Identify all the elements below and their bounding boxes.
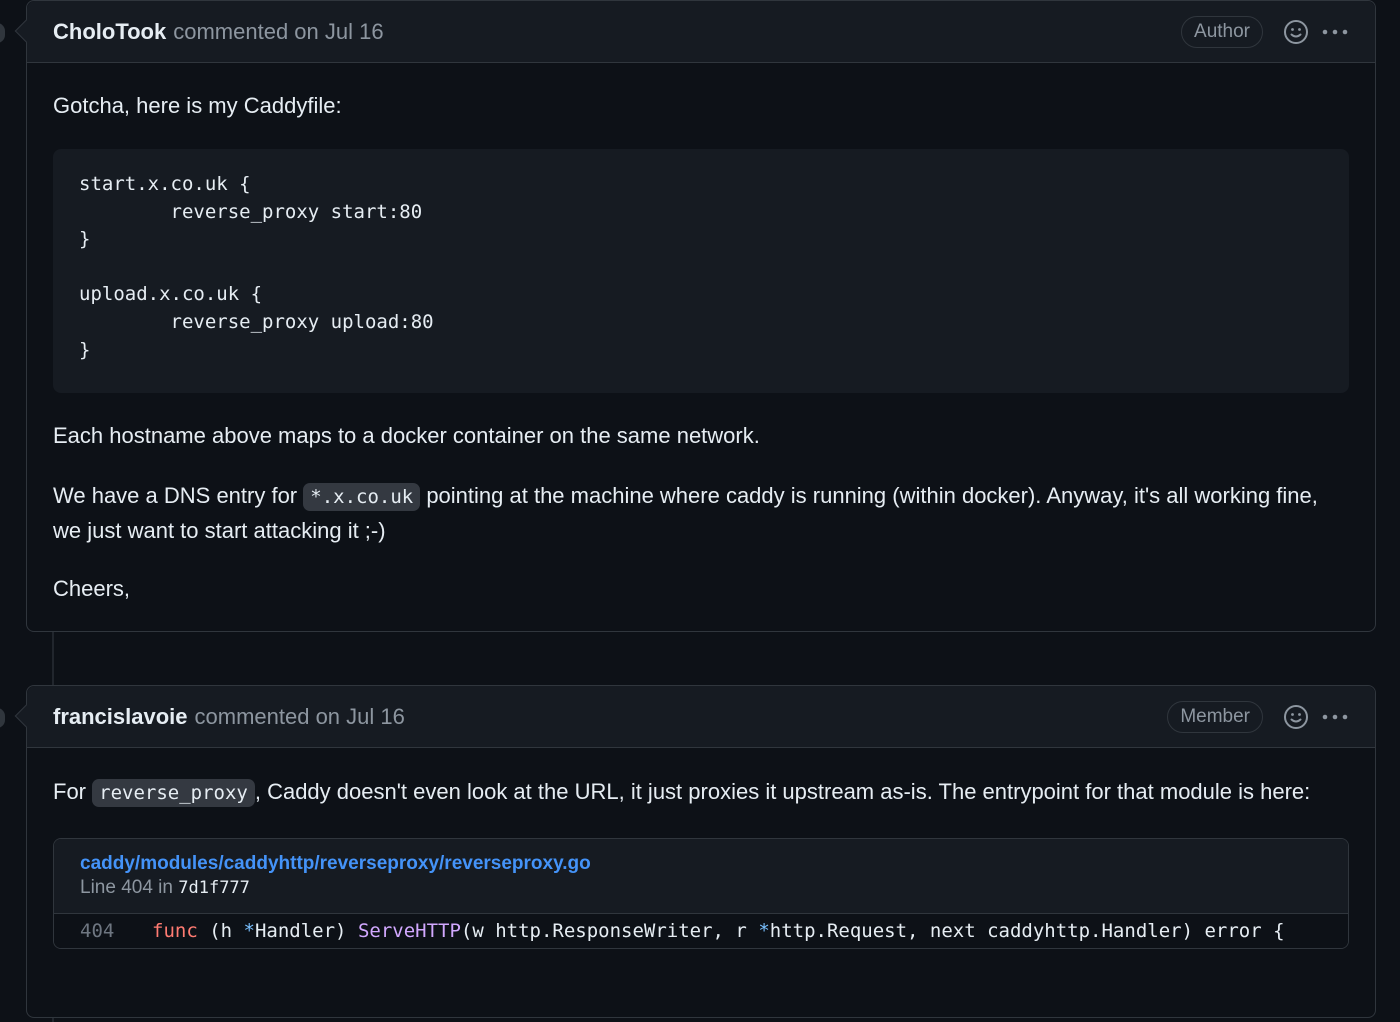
- code-keyword: func: [152, 920, 198, 942]
- comment-cholotook: CholoTook commented on Jul 16 Author Got…: [0, 0, 1376, 632]
- line-label: Line 404 in: [80, 877, 179, 898]
- code-line: func (h *Handler) ServeHTTP(w http.Respo…: [152, 920, 1285, 942]
- permalink-header: caddy/modules/caddyhttp/reverseproxy/rev…: [54, 839, 1348, 914]
- comment-timestamp[interactable]: commented on Jul 16: [173, 19, 383, 45]
- code-text: Handler): [254, 920, 358, 942]
- comment-body: For reverse_proxy, Caddy doesn't even lo…: [27, 775, 1375, 949]
- commit-sha[interactable]: 7d1f777: [178, 878, 250, 898]
- avatar[interactable]: [0, 708, 5, 728]
- smiley-icon[interactable]: [1283, 19, 1309, 45]
- text-span: , Caddy doesn't even look at the URL, it…: [254, 779, 1311, 804]
- kebab-horizontal-icon[interactable]: [1321, 19, 1349, 45]
- timeline-line: [52, 632, 54, 686]
- comment-francislavoie: francislavoie commented on Jul 16 Member…: [0, 685, 1376, 1018]
- comment-body: Gotcha, here is my Caddyfile: start.x.co…: [27, 89, 1375, 606]
- code-text: (h: [197, 920, 244, 942]
- comment-author[interactable]: CholoTook: [53, 19, 166, 45]
- code-text: (w http.ResponseWriter, r: [460, 920, 759, 942]
- code-permalink: caddy/modules/caddyhttp/reverseproxy/rev…: [53, 838, 1349, 949]
- avatar[interactable]: [0, 23, 5, 43]
- comment-paragraph: Each hostname above maps to a docker con…: [53, 423, 760, 448]
- line-number[interactable]: 404: [54, 920, 152, 942]
- comment-timestamp[interactable]: commented on Jul 16: [195, 704, 405, 730]
- code-text: http.Request, next caddyhttp.Handler) er…: [769, 920, 1285, 942]
- inline-code: *.x.co.uk: [303, 483, 421, 511]
- comment-author[interactable]: francislavoie: [53, 704, 188, 730]
- comment-paragraph: For reverse_proxy, Caddy doesn't even lo…: [53, 775, 1349, 810]
- smiley-icon[interactable]: [1283, 704, 1309, 730]
- code-block: start.x.co.uk { reverse_proxy start:80 }…: [53, 149, 1349, 393]
- kebab-horizontal-icon[interactable]: [1321, 704, 1349, 730]
- author-badge: Author: [1181, 15, 1263, 48]
- permalink-file-link[interactable]: caddy/modules/caddyhttp/reverseproxy/rev…: [80, 851, 1322, 877]
- comment-paragraph: We have a DNS entry for *.x.co.uk pointi…: [53, 479, 1349, 548]
- comment-paragraph: Gotcha, here is my Caddyfile:: [53, 93, 342, 118]
- comment-paragraph: Cheers,: [53, 576, 131, 601]
- comment-header: francislavoie commented on Jul 16 Member: [0, 686, 1375, 748]
- inline-code: reverse_proxy: [92, 779, 255, 807]
- code-operator: *: [243, 920, 255, 942]
- member-badge: Member: [1167, 700, 1263, 733]
- permalink-code-line: 404 func (h *Handler) ServeHTTP(w http.R…: [54, 914, 1348, 948]
- text-span: For: [53, 779, 93, 804]
- comment-arrow: [14, 19, 38, 43]
- text-span: We have a DNS entry for: [53, 483, 304, 508]
- comment-arrow: [14, 704, 38, 728]
- comment-header: CholoTook commented on Jul 16 Author: [0, 1, 1375, 63]
- code-function: ServeHTTP: [357, 920, 461, 942]
- permalink-line-info: Line 404 in 7d1f777: [80, 877, 1322, 899]
- code-operator: *: [758, 920, 770, 942]
